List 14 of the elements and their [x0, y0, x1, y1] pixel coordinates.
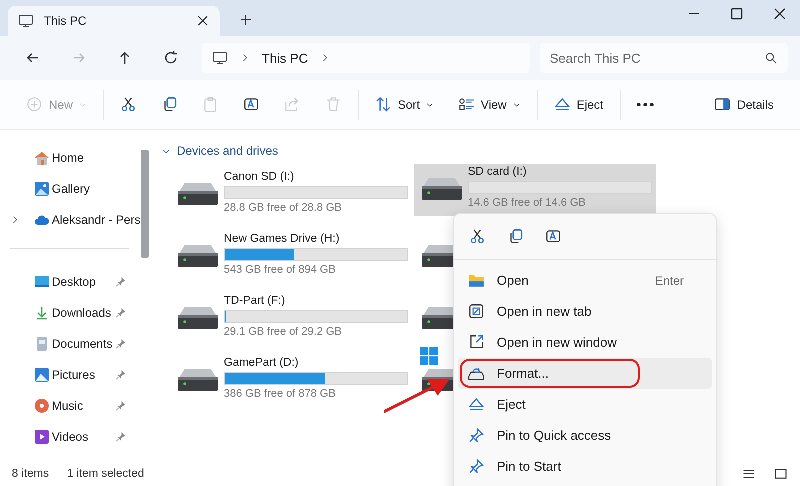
tab-title: This PC — [44, 14, 88, 28]
drive-name: TD-Part (F:) — [224, 294, 286, 306]
selection-count: 1 item selected — [67, 468, 144, 480]
drive-name: Canon SD (I:) — [224, 170, 296, 182]
shortcut-text: Enter — [655, 274, 684, 288]
drive-name: GamePart (D:) — [224, 356, 300, 368]
free-space-text: 386 GB free of 878 GB — [224, 388, 337, 400]
drive-name: New Games Drive (H:) — [224, 232, 341, 244]
drive-name: SD card (I:) — [468, 166, 528, 178]
free-space-text: 28.8 GB free of 28.8 GB — [224, 202, 344, 214]
free-space-text: 29.1 GB free of 29.2 GB — [224, 326, 344, 338]
free-space-text: 543 GB free of 894 GB — [224, 264, 337, 276]
free-space-text: 14.6 GB free of 14.6 GB — [468, 196, 588, 208]
item-count: 8 items — [12, 468, 50, 480]
